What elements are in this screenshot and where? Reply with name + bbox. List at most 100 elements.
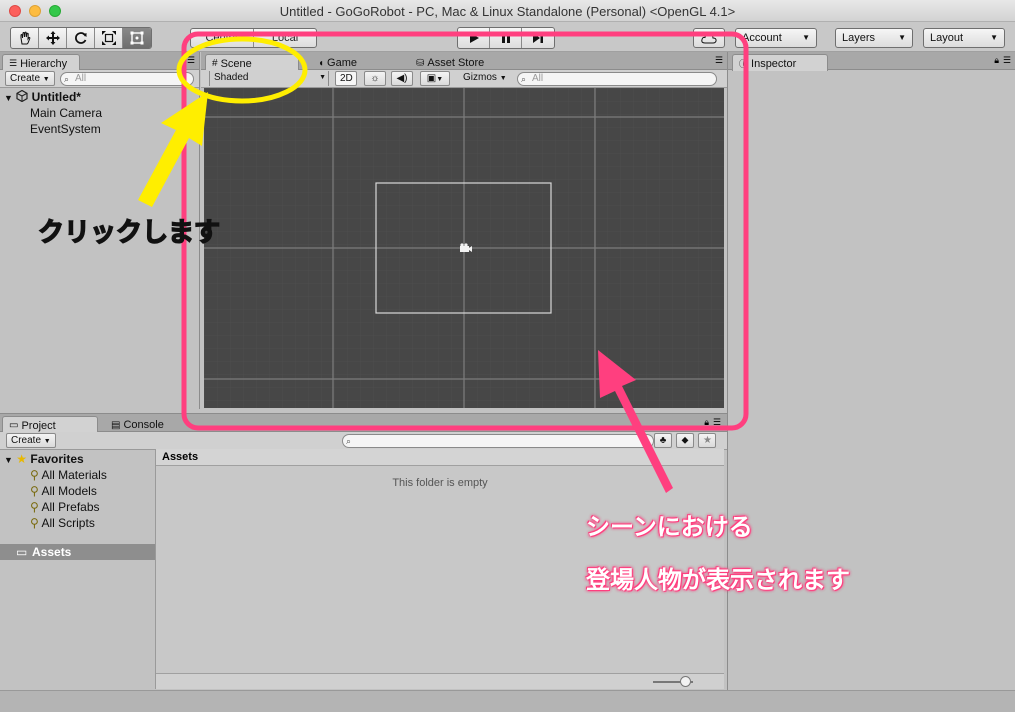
speaker-icon: ◀︎) bbox=[396, 73, 408, 84]
panel-menu-icon[interactable]: ☰ bbox=[715, 55, 723, 66]
hierarchy-search-input[interactable]: ⌕ All bbox=[60, 72, 194, 86]
hierarchy-subbar: Create ▼ ⌕ All bbox=[0, 70, 199, 88]
pivot-space-button[interactable]: Local bbox=[254, 29, 316, 47]
gizmos-label: Gizmos bbox=[463, 72, 497, 83]
favorite-item[interactable]: ⚲ All Models bbox=[30, 484, 97, 498]
2d-mode-toggle[interactable]: 2D bbox=[335, 71, 357, 86]
scene-tab-label: Scene bbox=[220, 57, 252, 70]
console-tab-label: Console bbox=[123, 419, 164, 431]
pause-button[interactable] bbox=[490, 28, 522, 48]
hand-tool-button[interactable] bbox=[11, 28, 39, 48]
search-placeholder: All bbox=[75, 73, 87, 84]
favorite-item[interactable]: ⚲ All Prefabs bbox=[30, 500, 100, 514]
search-placeholder: All bbox=[532, 73, 544, 84]
play-button[interactable] bbox=[458, 28, 490, 48]
status-bar bbox=[0, 690, 1015, 712]
pause-icon bbox=[501, 33, 510, 43]
rect-transform-icon bbox=[130, 31, 144, 45]
favorite-label: All Prefabs bbox=[41, 500, 100, 514]
tab-project[interactable]: ▭ Project bbox=[2, 416, 98, 433]
scene-description-line1: シーンにおける bbox=[586, 513, 753, 541]
rotate-tool-button[interactable] bbox=[67, 28, 95, 48]
search-icon: ⚲ bbox=[30, 500, 39, 514]
gizmos-dropdown[interactable]: Gizmos ▼ bbox=[459, 71, 511, 86]
shading-label: Shaded bbox=[214, 72, 249, 83]
step-button[interactable] bbox=[522, 28, 554, 48]
filter-by-label-button[interactable]: ⬥ bbox=[676, 433, 694, 448]
grid-icon: # bbox=[212, 58, 218, 69]
project-create-button[interactable]: Create ▼ bbox=[6, 433, 56, 448]
favorite-label: All Materials bbox=[41, 468, 107, 482]
assets-folder-label: Assets bbox=[32, 545, 72, 559]
search-icon: ⚲ bbox=[30, 516, 39, 530]
hierarchy-item[interactable]: EventSystem bbox=[30, 122, 101, 136]
tab-hierarchy[interactable]: ☰ Hierarchy bbox=[2, 54, 80, 71]
shading-mode-dropdown[interactable]: Shaded ▼ bbox=[209, 71, 329, 86]
assets-breadcrumb[interactable]: Assets bbox=[156, 449, 724, 466]
favorite-label: All Models bbox=[41, 484, 97, 498]
favorite-item[interactable]: ⚲ All Materials bbox=[30, 468, 107, 482]
scene-view-viewport[interactable] bbox=[204, 88, 724, 408]
tab-game[interactable]: ◖ Game bbox=[311, 54, 373, 70]
tab-scene[interactable]: # Scene bbox=[205, 54, 299, 71]
playmode-controls bbox=[457, 27, 555, 49]
unity-editor-window: Untitled - GoGoRobot - PC, Mac & Linux S… bbox=[0, 0, 1015, 712]
shapes-icon: ♣ bbox=[659, 435, 667, 446]
tab-inspector[interactable]: ⓘ Inspector bbox=[732, 54, 828, 71]
hand-icon bbox=[20, 31, 30, 45]
favorite-item[interactable]: ⚲ All Scripts bbox=[30, 516, 95, 530]
search-icon: ⚲ bbox=[30, 484, 39, 498]
search-icon: ⚲ bbox=[30, 468, 39, 482]
pivot-center-button[interactable]: Center bbox=[191, 29, 254, 47]
account-dropdown[interactable]: Account ▼ bbox=[735, 28, 817, 48]
project-search-input[interactable]: ⌕ bbox=[342, 434, 654, 448]
chevron-down-icon: ▼ bbox=[802, 33, 810, 42]
hierarchy-item[interactable]: Main Camera bbox=[30, 106, 102, 120]
scale-tool-button[interactable] bbox=[95, 28, 123, 48]
step-icon bbox=[533, 33, 543, 43]
star-icon: ★ bbox=[703, 435, 712, 446]
filter-by-type-button[interactable]: ♣ bbox=[654, 433, 672, 448]
favorites-item[interactable]: ▼ ★ Favorites bbox=[4, 452, 84, 466]
folder-icon: ▭ bbox=[9, 420, 19, 431]
rect-tool-button[interactable] bbox=[123, 28, 151, 48]
collab-cloud-button[interactable] bbox=[693, 28, 725, 48]
expand-arrow-icon: ▼ bbox=[4, 455, 13, 465]
tab-asset-store[interactable]: ⛁ Asset Store bbox=[409, 54, 499, 70]
chevron-down-icon: ▼ bbox=[43, 438, 51, 445]
scene-tabbar: # Scene ◖ Game ⛁ Asset Store ☰ bbox=[201, 52, 727, 71]
scene-root-item[interactable]: ▼ Untitled* bbox=[4, 89, 81, 104]
layout-dropdown[interactable]: Layout ▼ bbox=[923, 28, 1005, 48]
play-icon bbox=[469, 33, 479, 43]
favorite-search-button[interactable]: ★ bbox=[698, 433, 716, 448]
layout-label: Layout bbox=[930, 32, 964, 44]
project-tab-label: Project bbox=[21, 419, 56, 432]
hierarchy-create-button[interactable]: Create ▼ bbox=[5, 71, 55, 86]
shopping-bag-icon: ⛁ bbox=[416, 57, 425, 69]
layers-dropdown[interactable]: Layers ▼ bbox=[835, 28, 913, 48]
scene-search-input[interactable]: ⌕ All bbox=[517, 72, 717, 86]
scene-effects-dropdown[interactable]: ▣▼ bbox=[420, 71, 450, 86]
icon-size-slider-thumb[interactable] bbox=[680, 676, 691, 687]
expand-arrow-icon: ▼ bbox=[4, 93, 13, 103]
hierarchy-tabbar: ☰ Hierarchy ☰ bbox=[0, 52, 199, 71]
scene-grid bbox=[204, 88, 724, 408]
move-arrows-icon bbox=[45, 31, 60, 45]
panel-menu-icon[interactable]: ☰ bbox=[1003, 55, 1011, 66]
rotate-icon bbox=[74, 32, 86, 44]
assets-folder-item[interactable]: ▭ Assets bbox=[0, 544, 155, 560]
chevron-down-icon: ▼ bbox=[42, 76, 50, 83]
panel-menu-icon[interactable]: ☰ bbox=[187, 55, 195, 66]
scene-lighting-toggle[interactable]: ☼ bbox=[364, 71, 386, 86]
tab-console[interactable]: ▤ Console bbox=[104, 416, 176, 432]
move-tool-button[interactable] bbox=[39, 28, 67, 48]
panel-menu-icon[interactable]: ☰ bbox=[713, 417, 721, 428]
search-icon: ⌕ bbox=[64, 74, 70, 84]
image-icon: ▣ bbox=[426, 73, 437, 84]
unity-scene-icon bbox=[16, 89, 28, 103]
inspector-tabbar: ⓘ Inspector 🔒︎ ☰ bbox=[728, 52, 1015, 71]
create-label: Create bbox=[10, 73, 41, 84]
lock-icon[interactable]: 🔒︎ bbox=[704, 417, 709, 428]
lock-icon[interactable]: 🔒︎ bbox=[994, 55, 999, 66]
scene-audio-toggle[interactable]: ◀︎) bbox=[391, 71, 413, 86]
